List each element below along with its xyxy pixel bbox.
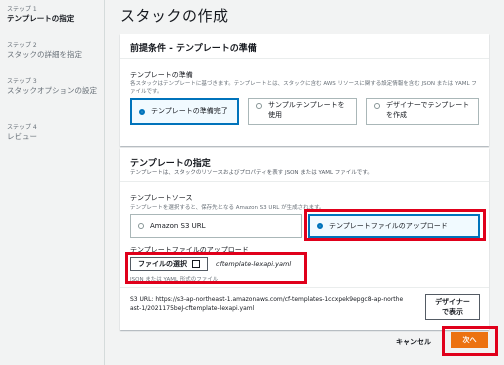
- radio-icon[interactable]: [139, 109, 145, 115]
- step-label: レビュー: [7, 132, 37, 141]
- card-divider: [120, 181, 489, 182]
- highlight-choose-file: [125, 252, 307, 284]
- option-label: Amazon S3 URL: [150, 222, 206, 230]
- wizard-sidebar: ステップ 1 テンプレートの指定 ステップ 2 スタックの詳細を指定 ステップ …: [0, 0, 105, 365]
- prereq-card: 前提条件 - テンプレートの準備 テンプレートの準備 各スタックはテンプレートに…: [120, 34, 489, 146]
- spec-sub: テンプレートは、スタックのリソースおよびプロパティを表す JSON または YA…: [130, 170, 373, 176]
- radio-icon[interactable]: [138, 223, 144, 229]
- prereq-field-desc: 各スタックはテンプレートに基づきます。テンプレートとは、スタックに含む AWS …: [130, 81, 477, 95]
- step-number: ステップ 4: [7, 124, 37, 131]
- next-button[interactable]: 次へ: [451, 332, 488, 348]
- option-label: サンプルテンプレートを使用: [268, 101, 345, 119]
- step-number: ステップ 1: [7, 6, 37, 13]
- radio-icon[interactable]: [256, 103, 262, 109]
- step-4[interactable]: ステップ 4 レビュー: [7, 124, 99, 142]
- cancel-button[interactable]: キャンセル: [396, 337, 431, 347]
- option-designer[interactable]: デザイナーでテンプレートを作成: [366, 98, 479, 125]
- radio-icon[interactable]: [374, 103, 380, 109]
- step-number: ステップ 3: [7, 78, 37, 85]
- option-template-ready[interactable]: テンプレートの準備完了: [130, 98, 239, 125]
- option-label: テンプレートの準備完了: [151, 107, 228, 115]
- s3-url-line: ast-1/2021175beJ-cftemplate-lexapi.yaml: [130, 305, 255, 312]
- source-s3-url[interactable]: Amazon S3 URL: [130, 214, 302, 238]
- s3-url-text: S3 URL: https://s3-ap-northeast-1.amazon…: [130, 295, 420, 313]
- highlight-upload-option: [304, 209, 486, 241]
- view-in-designer-button[interactable]: デザイナーで表示: [425, 294, 480, 320]
- prereq-field-label: テンプレートの準備: [130, 71, 193, 79]
- s3-url-line: S3 URL: https://s3-ap-northeast-1.amazon…: [130, 296, 404, 303]
- option-label: デザイナーでテンプレートを作成: [386, 101, 470, 119]
- card-divider: [120, 58, 489, 59]
- source-label: テンプレートソース: [130, 194, 193, 202]
- option-sample-template[interactable]: サンプルテンプレートを使用: [248, 98, 357, 125]
- page-title: スタックの作成: [120, 7, 229, 25]
- step-number: ステップ 2: [7, 42, 37, 49]
- step-2[interactable]: ステップ 2 スタックの詳細を指定: [7, 42, 99, 60]
- step-1[interactable]: ステップ 1 テンプレートの指定: [7, 6, 99, 24]
- card-divider: [120, 287, 489, 288]
- step-label: テンプレートの指定: [7, 14, 75, 23]
- step-label: スタックオプションの設定: [7, 86, 97, 95]
- step-3[interactable]: ステップ 3 スタックオプションの設定: [7, 78, 99, 96]
- source-desc: テンプレートを選択すると、保存先となる Amazon S3 URL が生成されま…: [130, 205, 325, 211]
- step-label: スタックの詳細を指定: [7, 50, 82, 59]
- prereq-header: 前提条件 - テンプレートの準備: [130, 44, 257, 54]
